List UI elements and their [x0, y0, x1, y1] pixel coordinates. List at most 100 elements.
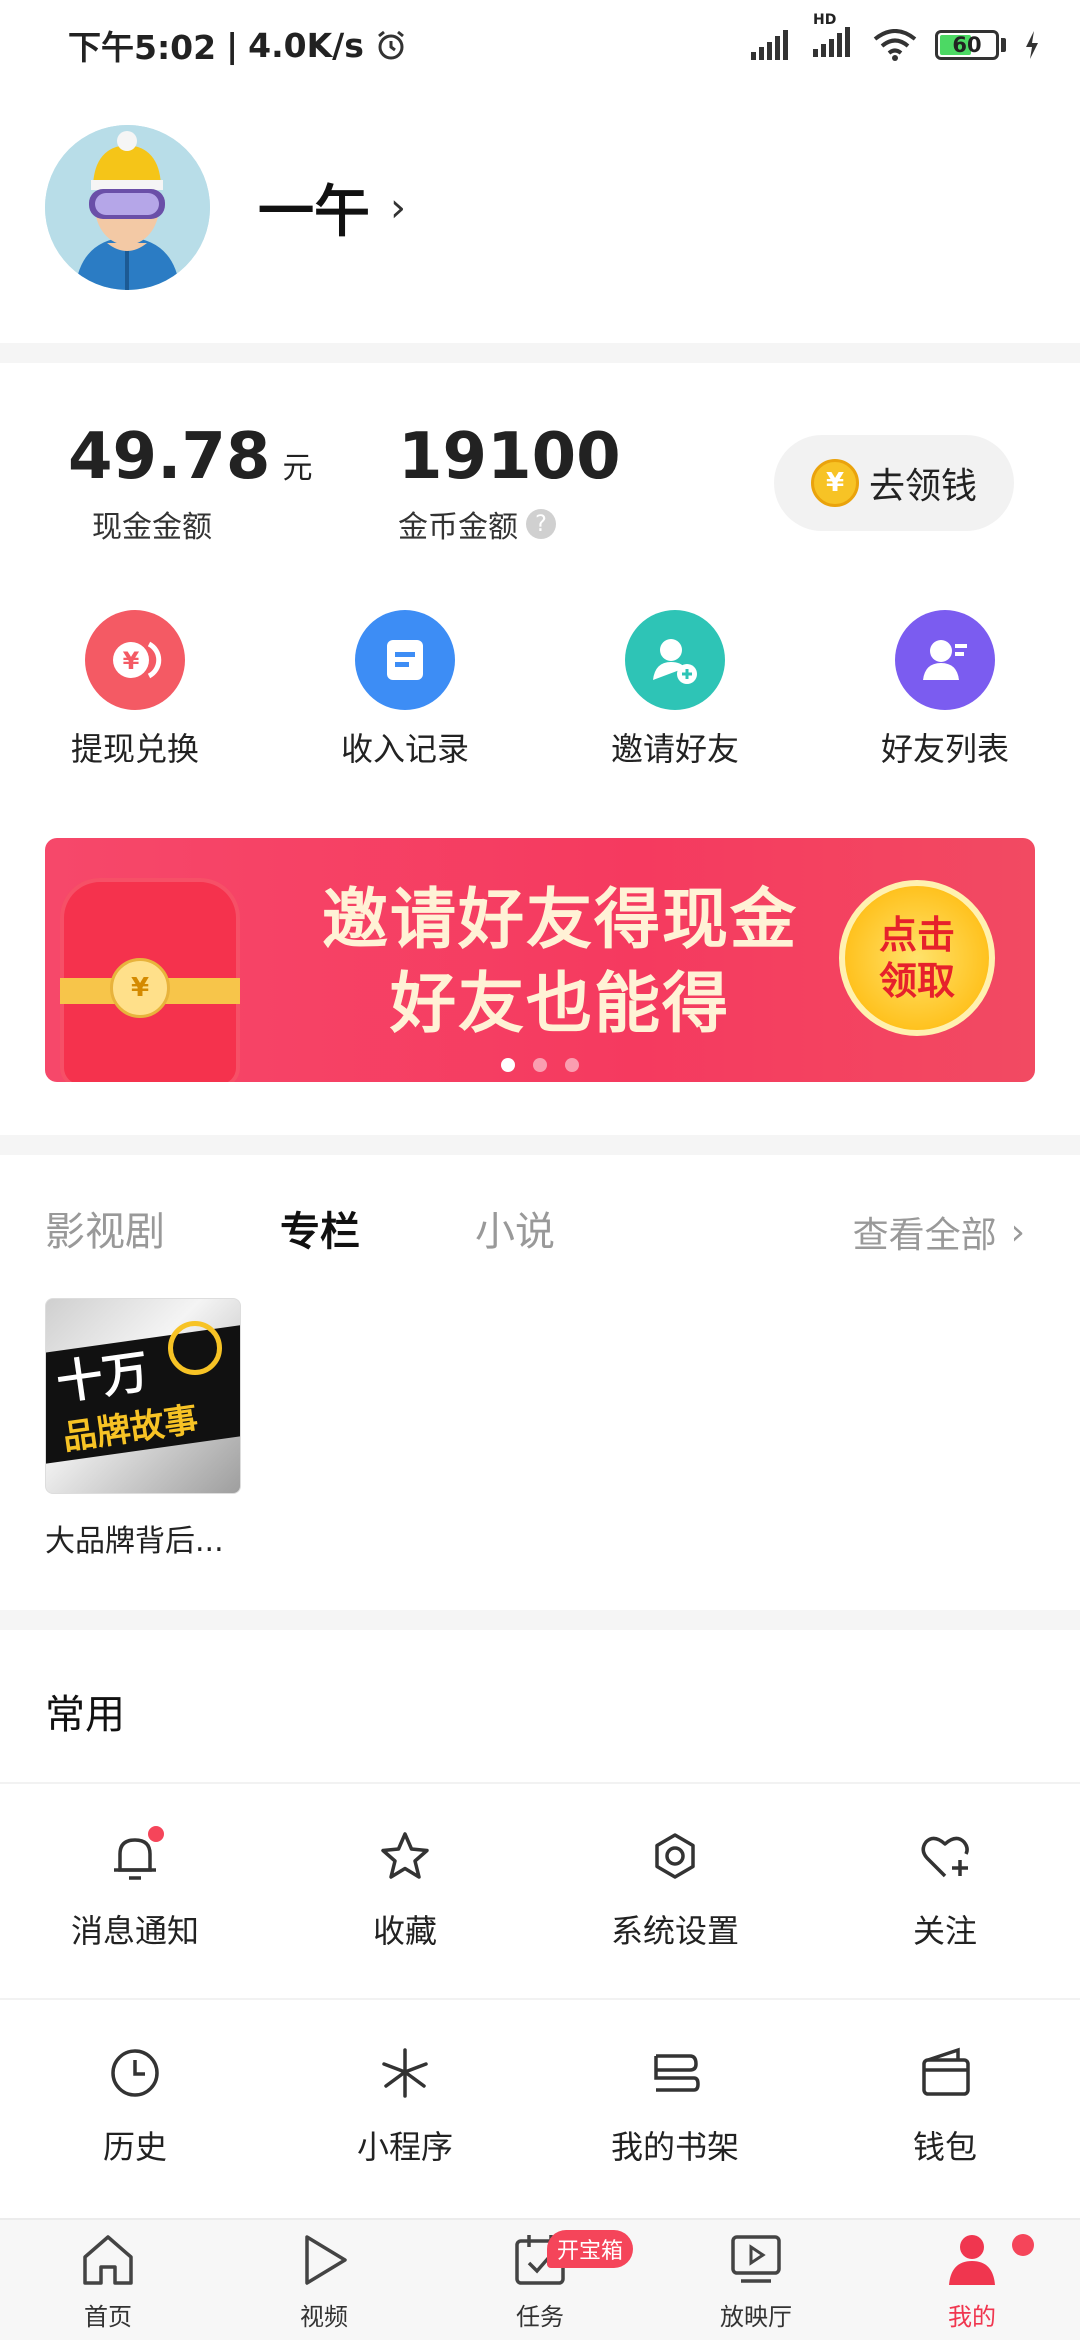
common-section-title: 常用 [45, 1692, 125, 1738]
see-all-link[interactable]: 查看全部 › [853, 1206, 1025, 1258]
clock-icon [104, 2042, 166, 2104]
username-text: 一午 [258, 180, 370, 245]
tab-novel[interactable]: 小说 [475, 1199, 555, 1257]
cash-label: 现金金额 [92, 502, 312, 546]
grid-label: 历史 [102, 2128, 167, 2166]
alarm-icon [377, 30, 404, 60]
carousel-indicator [45, 1058, 1035, 1072]
grid-label: 关注 [912, 1912, 977, 1950]
grid-label: 收藏 [372, 1912, 437, 1950]
nav-label: 我的 [948, 2303, 996, 2331]
status-right: HD 60 [749, 12, 1040, 65]
home-icon [83, 2235, 133, 2285]
content-tabs: 影视剧 专栏 小说 查看全部 › [45, 1198, 1035, 1258]
divider [0, 1782, 1080, 1784]
follow-button[interactable]: 关注 [810, 1826, 1080, 1952]
favorites-button[interactable]: 收藏 [270, 1826, 540, 1952]
status-separator: | [226, 25, 239, 65]
grid-label: 我的书架 [610, 2128, 739, 2166]
invite-friends-button[interactable]: 邀请好友 [540, 610, 810, 770]
nav-label: 任务 [516, 2303, 564, 2331]
see-all-label: 查看全部 [852, 1215, 997, 1256]
tab-tv-series[interactable]: 影视剧 [45, 1199, 165, 1257]
envelope-seal: ¥ [110, 958, 170, 1018]
claim-button[interactable]: 点击 领取 [839, 880, 995, 1036]
bookshelf-button[interactable]: 我的书架 [540, 2042, 810, 2168]
nav-screening-hall[interactable]: 放映厅 [648, 2220, 864, 2340]
grid-label: 消息通知 [70, 1912, 199, 1950]
book-item[interactable]: 十万 品牌故事 大品牌背后... [45, 1298, 241, 1560]
withdraw-exchange-button[interactable]: ¥ 提现兑换 [0, 610, 270, 770]
status-speed: 4.0K/s [248, 25, 364, 65]
nav-home[interactable]: 首页 [0, 2220, 216, 2340]
history-button[interactable]: 历史 [0, 2042, 270, 2168]
notification-dot [1012, 2234, 1034, 2256]
section-divider [0, 1610, 1080, 1630]
common-row-2: 历史 小程序 我的书架 钱包 [0, 2042, 1080, 2168]
nav-label: 首页 [84, 2303, 132, 2331]
coin-label-text: 金币金额 [398, 510, 518, 545]
common-row-1: 消息通知 收藏 系统设置 关注 [0, 1826, 1080, 1952]
book-cover: 十万 品牌故事 [45, 1298, 241, 1494]
nav-task[interactable]: 任务 开宝箱 [432, 2220, 648, 2340]
avatar[interactable] [45, 125, 210, 290]
friend-list-button[interactable]: 好友列表 [810, 610, 1080, 770]
banner-line2: 好友也能得 [390, 965, 730, 1042]
income-record-button[interactable]: 收入记录 [270, 610, 540, 770]
coin-amount: 19100 [398, 420, 621, 494]
bell-icon [104, 1826, 166, 1888]
claim-line1: 点击 [878, 913, 955, 957]
carousel-dot [501, 1058, 515, 1072]
settings-button[interactable]: 系统设置 [540, 1826, 810, 1952]
cash-value: 49.78 [68, 420, 271, 494]
wallet-icon [914, 2042, 976, 2104]
star-icon [374, 1826, 436, 1888]
tab-column[interactable]: 专栏 [280, 1199, 360, 1257]
signal-icon [751, 30, 788, 60]
play-icon [305, 2235, 347, 2285]
username[interactable]: 一午 › [258, 167, 406, 248]
screening-icon [731, 2235, 781, 2283]
quick-actions: ¥ 提现兑换 收入记录 邀请好友 好友列表 [0, 610, 1080, 770]
heart-plus-icon [914, 1826, 976, 1888]
chevron-right-icon: › [1010, 1211, 1025, 1253]
battery-indicator: 60 [935, 30, 1006, 60]
document-icon [355, 610, 455, 710]
lightbulb-icon [168, 1321, 222, 1375]
nav-video[interactable]: 视频 [216, 2220, 432, 2340]
cash-block[interactable]: 49.78 元 现金金额 [68, 420, 312, 546]
banner-line1: 邀请好友得现金 [322, 881, 798, 958]
add-user-icon [625, 610, 725, 710]
chevron-right-icon: › [390, 184, 406, 231]
quick-action-label: 好友列表 [880, 730, 1009, 768]
cash-label-text: 现金金额 [92, 510, 212, 545]
avatar-illustration [45, 125, 210, 290]
get-money-button[interactable]: ¥ 去领钱 [774, 435, 1014, 531]
nav-mine[interactable]: 我的 [864, 2220, 1080, 2340]
cash-amount: 49.78 元 [68, 420, 312, 494]
help-icon[interactable]: ? [526, 509, 556, 539]
invite-banner[interactable]: ¥ 邀请好友得现金 好友也能得 点击 领取 [45, 838, 1035, 1082]
profile-header[interactable]: 一午 › [45, 125, 406, 290]
coin-block[interactable]: 19100 金币金额 ? [398, 420, 621, 546]
cash-unit: 元 [282, 451, 313, 486]
carousel-dot [565, 1058, 579, 1072]
coin-label: 金币金额 ? [398, 502, 621, 546]
coin-value: 19100 [398, 420, 621, 494]
claim-line2: 领取 [878, 959, 955, 1003]
quick-action-label: 提现兑换 [70, 730, 199, 768]
wallet-button[interactable]: 钱包 [810, 2042, 1080, 2168]
hd-label: HD [813, 11, 837, 28]
status-left: 下午5:02 | 4.0K/s [68, 21, 408, 69]
bookshelf-icon [644, 2042, 706, 2104]
quick-action-label: 邀请好友 [610, 730, 739, 768]
hd-signal: HD [811, 12, 855, 65]
section-divider [0, 1135, 1080, 1155]
notifications-button[interactable]: 消息通知 [0, 1826, 270, 1952]
mini-program-button[interactable]: 小程序 [270, 2042, 540, 2168]
miniprogram-icon [374, 2042, 436, 2104]
red-envelope-illustration: ¥ [60, 878, 240, 1082]
status-time: 下午5:02 [68, 28, 217, 67]
signal-hd-icon [813, 26, 850, 57]
nav-label: 放映厅 [720, 2303, 792, 2331]
